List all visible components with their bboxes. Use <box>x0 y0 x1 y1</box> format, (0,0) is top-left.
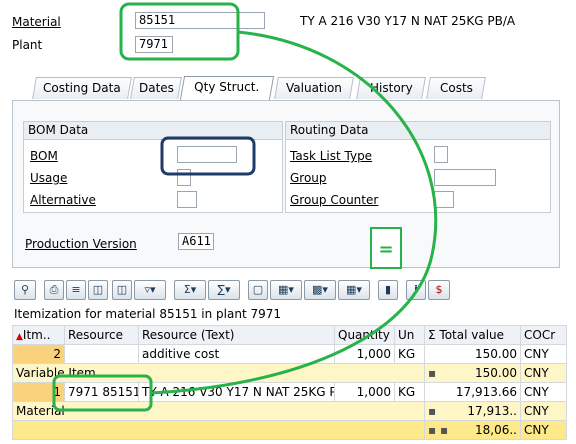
annotation-overlay: = <box>52 2 438 412</box>
material-plant-highlight-box <box>119 2 240 61</box>
equals-badge: = <box>378 239 393 260</box>
resource-highlight-box <box>52 374 153 412</box>
bom-field-highlight-box <box>160 136 256 176</box>
connector-curve <box>150 30 438 395</box>
